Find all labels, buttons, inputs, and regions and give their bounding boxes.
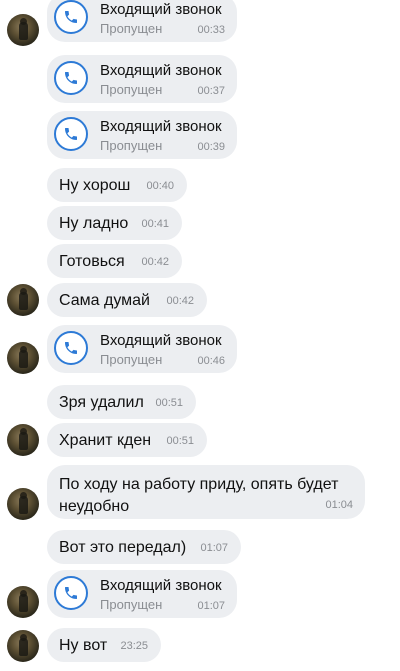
text-message[interactable]: Сама думай 00:42	[47, 283, 207, 317]
message-time: 00:51	[155, 397, 183, 409]
message-text: Сама думай	[59, 292, 150, 309]
message-time: 01:07	[197, 600, 225, 612]
phone-icon	[54, 117, 88, 151]
avatar[interactable]	[7, 488, 39, 520]
missed-call-message[interactable]: Входящий звонок Пропущен 00:39	[47, 111, 237, 159]
missed-call-message[interactable]: Входящий звонок Пропущен 00:33	[47, 0, 237, 42]
call-status: Пропущен	[100, 352, 163, 367]
avatar[interactable]	[7, 424, 39, 456]
message-time: 00:51	[166, 435, 194, 447]
message-time: 00:42	[141, 256, 169, 268]
missed-call-message[interactable]: Входящий звонок Пропущен 00:37	[47, 55, 237, 103]
avatar[interactable]	[7, 284, 39, 316]
missed-call-message[interactable]: Входящий звонок Пропущен 00:46	[47, 325, 237, 373]
phone-icon	[54, 576, 88, 610]
message-time: 00:40	[146, 180, 174, 192]
avatar[interactable]	[7, 586, 39, 618]
call-title: Входящий звонок	[100, 62, 222, 79]
text-message[interactable]: Ну ладно 00:41	[47, 206, 182, 240]
phone-icon	[54, 0, 88, 34]
text-message[interactable]: Ну вот 23:25	[47, 628, 161, 662]
message-time: 00:39	[197, 141, 225, 153]
call-title: Входящий звонок	[100, 1, 222, 18]
phone-icon	[54, 61, 88, 95]
message-time: 00:41	[141, 218, 169, 230]
call-status: Пропущен	[100, 21, 163, 36]
phone-icon	[54, 331, 88, 365]
message-text: Ну вот	[59, 637, 108, 654]
call-status: Пропущен	[100, 138, 163, 153]
call-status: Пропущен	[100, 597, 163, 612]
call-title: Входящий звонок	[100, 577, 222, 594]
message-time: 23:25	[120, 640, 148, 652]
message-text: Вот это передал)	[59, 539, 187, 556]
text-message[interactable]: Вот это передал) 01:07	[47, 530, 241, 564]
message-time: 00:42	[166, 295, 194, 307]
text-message[interactable]: Готовься 00:42	[47, 244, 182, 278]
message-time: 00:37	[197, 85, 225, 97]
message-text: Готовься	[59, 253, 125, 270]
call-title: Входящий звонок	[100, 118, 222, 135]
avatar[interactable]	[7, 630, 39, 662]
call-status: Пропущен	[100, 82, 163, 97]
message-time: 00:33	[197, 24, 225, 36]
text-message[interactable]: Хранит кден 00:51	[47, 423, 207, 457]
message-text: Ну хорош	[59, 177, 131, 194]
avatar[interactable]	[7, 14, 39, 46]
message-time: 01:07	[200, 542, 228, 554]
message-time: 01:04	[325, 499, 353, 511]
message-text: По ходу на работу приду, опять будет неу…	[59, 476, 339, 515]
message-text: Зря удалил	[59, 394, 144, 411]
text-message[interactable]: Ну хорош 00:40	[47, 168, 187, 202]
text-message[interactable]: По ходу на работу приду, опять будет неу…	[47, 465, 365, 519]
message-time: 00:46	[197, 355, 225, 367]
avatar[interactable]	[7, 342, 39, 374]
message-text: Хранит кден	[59, 432, 152, 449]
text-message[interactable]: Зря удалил 00:51	[47, 385, 196, 419]
missed-call-message[interactable]: Входящий звонок Пропущен 01:07	[47, 570, 237, 618]
message-text: Ну ладно	[59, 215, 129, 232]
call-title: Входящий звонок	[100, 332, 222, 349]
